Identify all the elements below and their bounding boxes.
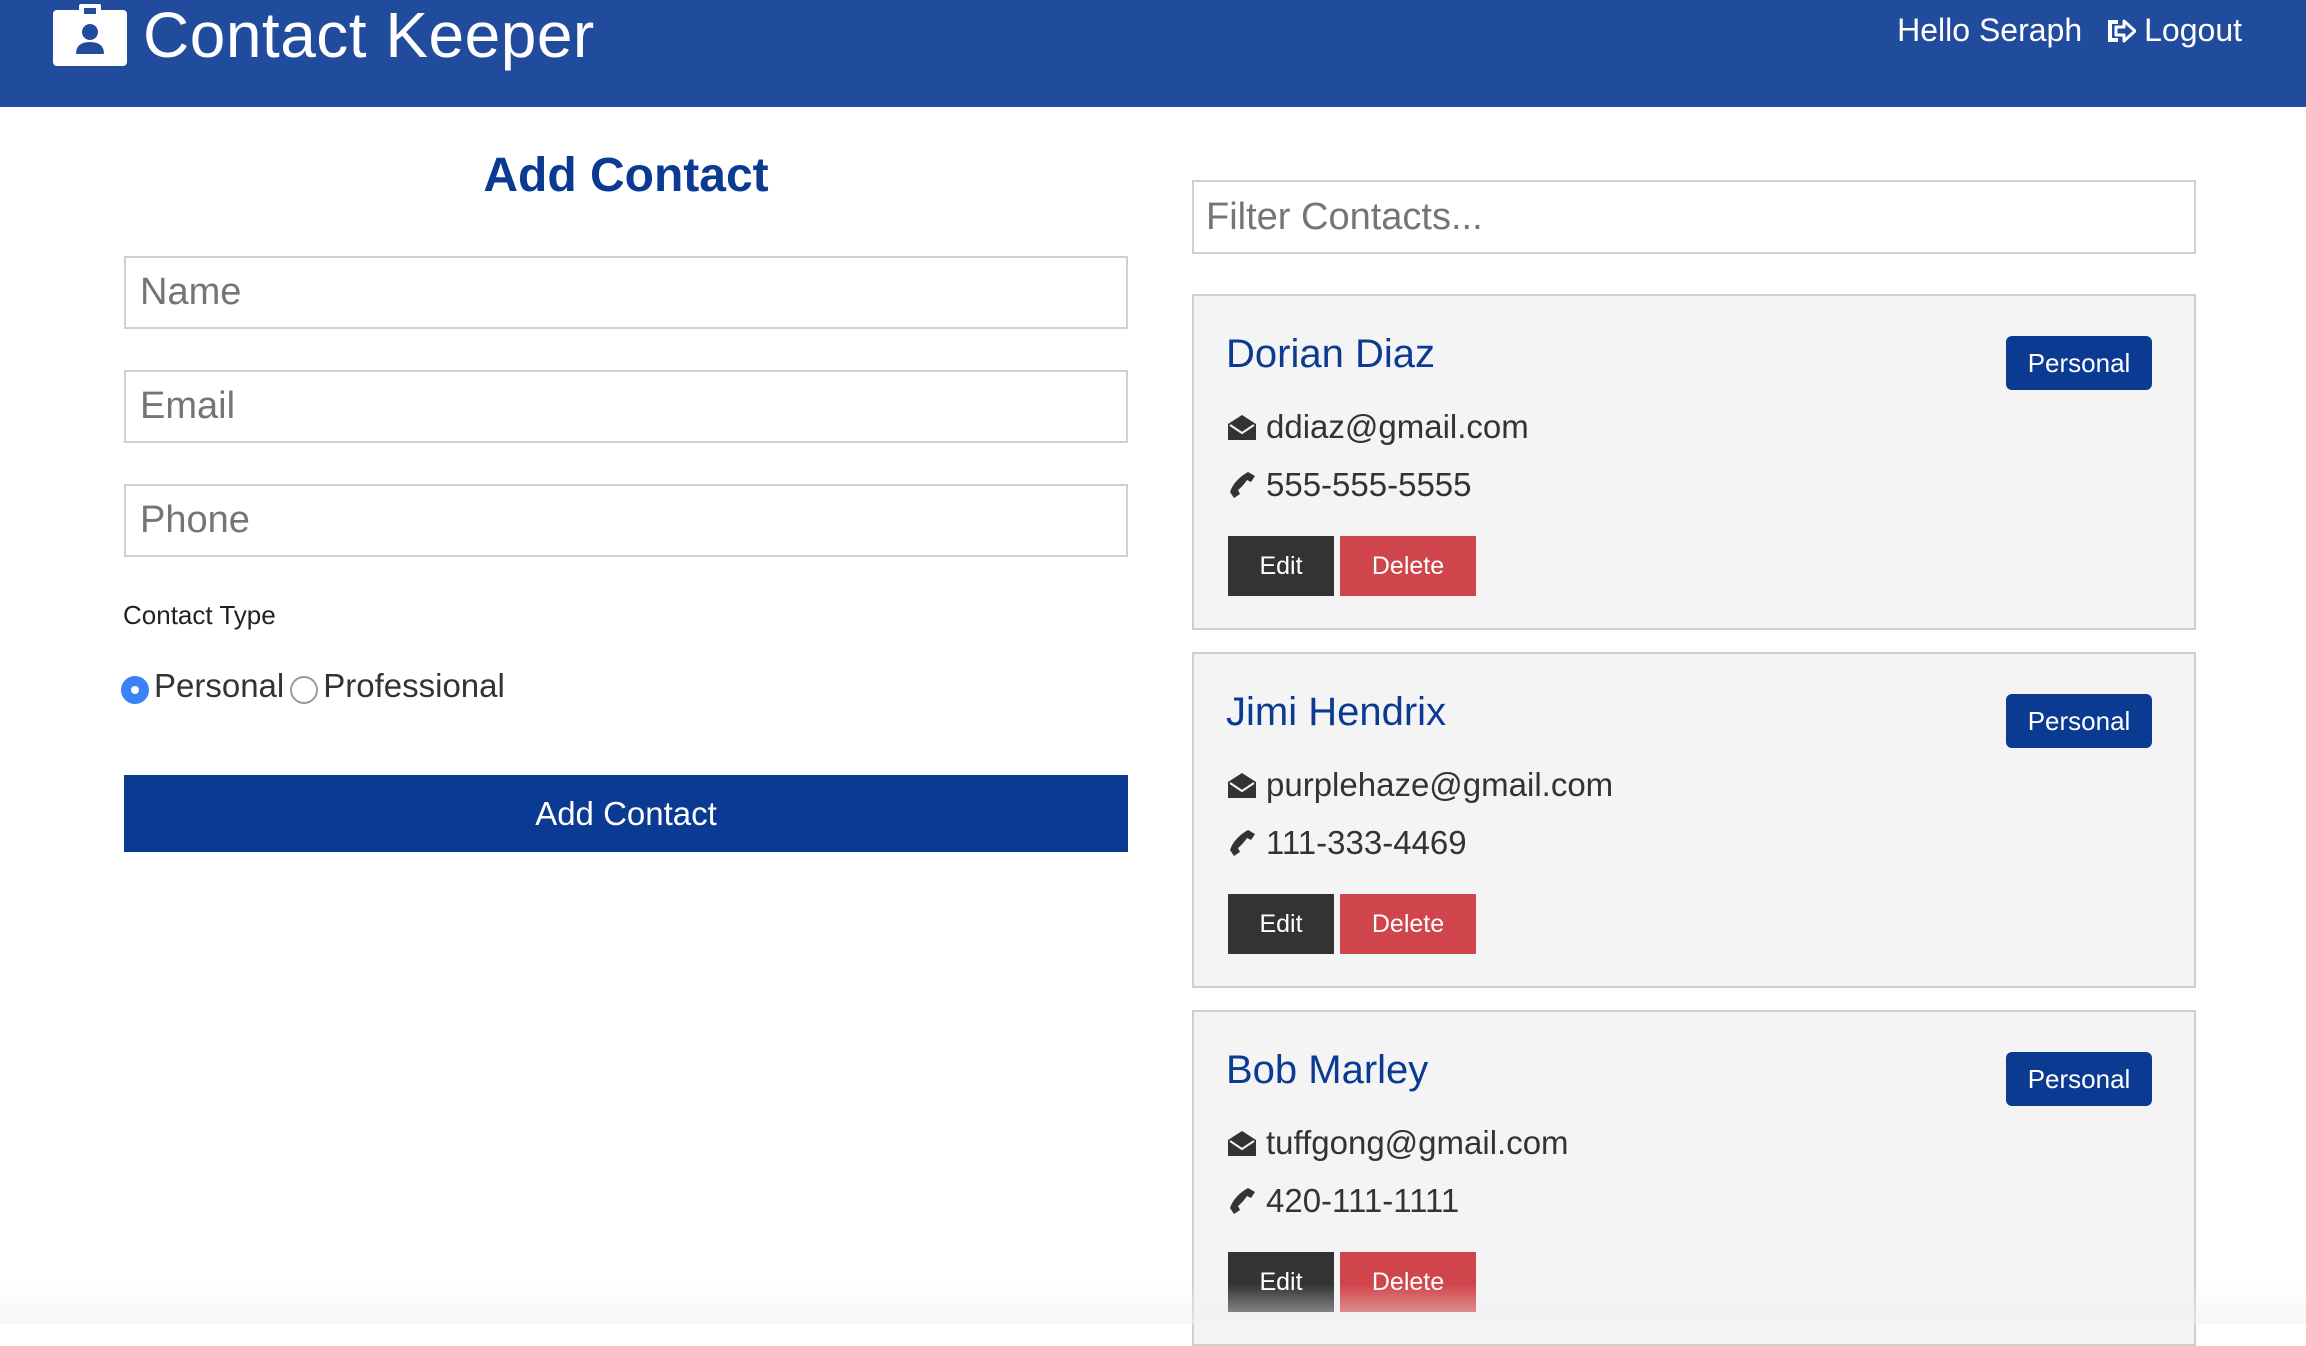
phone-icon xyxy=(1230,472,1255,498)
contact-email-text: ddiaz@gmail.com xyxy=(1266,408,1529,445)
envelope-open-icon xyxy=(1228,1131,1256,1156)
nav-right: Hello Seraph Logout xyxy=(1897,12,2242,49)
logout-link[interactable]: Logout xyxy=(2104,12,2242,49)
contact-email-text: purplehaze@gmail.com xyxy=(1266,766,1614,803)
contact-type-badge: Personal xyxy=(2006,336,2152,390)
contact-type-badge: Personal xyxy=(2006,1052,2152,1106)
user-greeting: Hello Seraph xyxy=(1897,12,2083,48)
contact-email-text: tuffgong@gmail.com xyxy=(1266,1124,1569,1161)
contact-phone: 555-555-5555 xyxy=(1226,466,1472,504)
filter-contacts-input[interactable] xyxy=(1192,180,2196,254)
phone-icon xyxy=(1230,1188,1255,1214)
personal-radio-label: Personal xyxy=(154,667,285,704)
add-contact-button[interactable]: Add Contact xyxy=(124,775,1128,852)
contact-email: purplehaze@gmail.com xyxy=(1226,766,1613,804)
email-input[interactable] xyxy=(124,370,1128,443)
delete-button[interactable]: Delete xyxy=(1340,1252,1476,1312)
envelope-open-icon xyxy=(1228,415,1256,440)
contact-name: Dorian Diaz xyxy=(1226,332,1435,376)
contact-phone-text: 111-333-4469 xyxy=(1266,824,1467,861)
contact-type-badge: Personal xyxy=(2006,694,2152,748)
envelope-open-icon xyxy=(1228,773,1256,798)
edit-button[interactable]: Edit xyxy=(1228,536,1334,596)
contact-type-label: Contact Type xyxy=(123,600,276,630)
delete-button[interactable]: Delete xyxy=(1340,536,1476,596)
contact-phone: 420-111-1111 xyxy=(1226,1182,1459,1220)
contact-card: Bob Marley Personal tuffgong@gmail.com 4… xyxy=(1192,1010,2196,1346)
contact-phone-text: 555-555-5555 xyxy=(1266,466,1472,503)
contact-email: tuffgong@gmail.com xyxy=(1226,1124,1569,1162)
app-title: Contact Keeper xyxy=(143,0,595,71)
sign-out-icon xyxy=(2108,19,2137,42)
add-contact-heading: Add Contact xyxy=(483,149,769,202)
edit-button[interactable]: Edit xyxy=(1228,1252,1334,1312)
delete-button[interactable]: Delete xyxy=(1340,894,1476,954)
name-input[interactable] xyxy=(124,256,1128,329)
contact-name: Bob Marley xyxy=(1226,1048,1429,1092)
logout-label: Logout xyxy=(2144,12,2242,48)
personal-radio[interactable] xyxy=(121,676,149,704)
contact-type-radios: Personal Professional xyxy=(121,667,511,705)
contact-name: Jimi Hendrix xyxy=(1226,690,1447,734)
edit-button[interactable]: Edit xyxy=(1228,894,1334,954)
contact-card: Jimi Hendrix Personal purplehaze@gmail.c… xyxy=(1192,652,2196,988)
phone-icon xyxy=(1230,830,1255,856)
contact-phone-text: 420-111-1111 xyxy=(1266,1182,1460,1219)
contact-card: Dorian Diaz Personal ddiaz@gmail.com 555… xyxy=(1192,294,2196,630)
professional-radio-label: Professional xyxy=(323,667,505,704)
phone-input[interactable] xyxy=(124,484,1128,557)
navbar: Contact Keeper Hello Seraph Logout xyxy=(0,0,2306,107)
brand[interactable]: Contact Keeper xyxy=(53,0,595,70)
contact-email: ddiaz@gmail.com xyxy=(1226,408,1529,446)
professional-radio[interactable] xyxy=(290,676,319,704)
id-badge-icon xyxy=(53,4,127,66)
contact-phone: 111-333-4469 xyxy=(1226,824,1467,862)
